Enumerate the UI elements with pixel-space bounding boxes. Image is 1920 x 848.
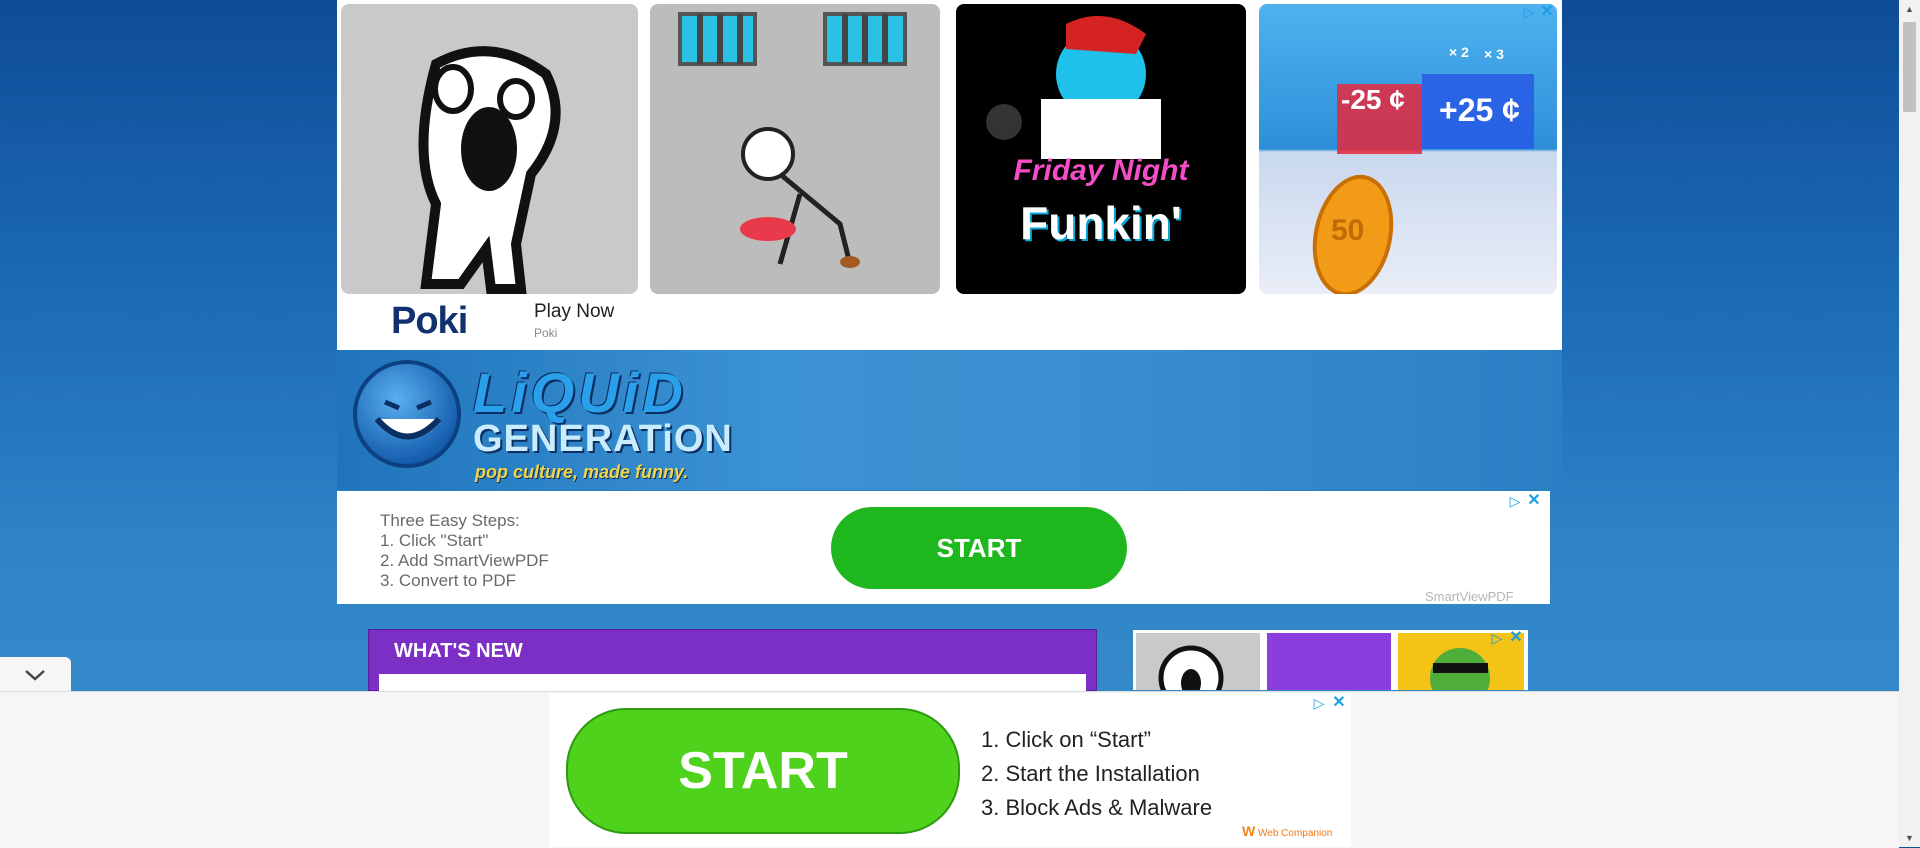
game-tile-1[interactable] bbox=[341, 4, 638, 294]
web-companion-ad[interactable]: START 1. Click on “Start” 2. Start the I… bbox=[549, 693, 1351, 847]
ad-step: 1. Click "Start" bbox=[380, 531, 489, 550]
advertiser-label: Poki bbox=[534, 326, 558, 340]
ad-step: Three Easy Steps: bbox=[380, 511, 520, 530]
poki-logo: Poki bbox=[391, 300, 468, 342]
site-tagline: pop culture, made funny. bbox=[475, 462, 689, 482]
smartviewpdf-ad[interactable]: Three Easy Steps: 1. Click "Start" 2. Ad… bbox=[337, 491, 1550, 604]
right-game-ad[interactable]: ▷ ✕ bbox=[1133, 630, 1528, 711]
game-tile-4[interactable]: -25 ¢ +25 ¢ × 2 × 3 50 ▷ ✕ bbox=[1259, 4, 1557, 294]
ad-step: 3. Block Ads & Malware bbox=[981, 795, 1213, 820]
whats-new-title: WHAT'S NEW bbox=[394, 640, 523, 662]
close-icon[interactable]: ✕ bbox=[1526, 493, 1542, 509]
ad-step: 3. Convert to PDF bbox=[380, 571, 517, 590]
game-thumbnail-2[interactable] bbox=[1267, 633, 1391, 690]
minus-label: -25 ¢ bbox=[1341, 84, 1405, 115]
advertiser-label: SmartViewPDF bbox=[1425, 589, 1514, 604]
vertical-scrollbar[interactable]: ▲ ▼ bbox=[1899, 0, 1920, 847]
ad-step: 2. Add SmartViewPDF bbox=[380, 551, 549, 570]
coin-value: 50 bbox=[1331, 214, 1365, 247]
site-logo-line1[interactable]: LiQUiD bbox=[473, 360, 687, 425]
stickman-prison-image bbox=[678, 12, 907, 268]
close-icon[interactable]: ✕ bbox=[1508, 630, 1524, 646]
advertiser-label: W Web Companion bbox=[1242, 823, 1333, 839]
scroll-down-icon[interactable]: ▼ bbox=[1899, 829, 1920, 847]
fnf-title-line2: Funkin' bbox=[1020, 197, 1182, 249]
game-tile-2[interactable] bbox=[650, 4, 940, 294]
game-thumbnail-1[interactable] bbox=[1136, 633, 1260, 711]
plus-label: +25 ¢ bbox=[1439, 92, 1520, 128]
start-button[interactable]: START bbox=[566, 708, 960, 834]
liquid-generation-mascot-icon[interactable] bbox=[353, 360, 461, 468]
site-header: LiQUiD GENERATiON pop culture, made funn… bbox=[337, 350, 1562, 490]
collapse-ad-toggle[interactable] bbox=[0, 657, 71, 691]
fnf-title-line1: Friday Night bbox=[1013, 154, 1189, 187]
close-icon[interactable]: ✕ bbox=[1539, 4, 1555, 20]
site-logo-line2[interactable]: GENERATiON bbox=[473, 418, 733, 461]
whats-new-panel: WHAT'S NEW bbox=[368, 629, 1097, 694]
close-icon[interactable]: ✕ bbox=[1331, 695, 1347, 711]
scroll-up-icon[interactable]: ▲ bbox=[1899, 0, 1920, 18]
chevron-down-icon bbox=[25, 670, 45, 681]
ad-step: 1. Click on “Start” bbox=[981, 727, 1151, 752]
multiplier-x3: × 3 bbox=[1484, 46, 1504, 62]
ad-steps-list: 1. Click on “Start” 2. Start the Install… bbox=[981, 723, 1212, 825]
ad-step: 2. Start the Installation bbox=[981, 761, 1200, 786]
web-companion-logo-icon: W bbox=[1242, 823, 1256, 839]
game-thumbnail-3[interactable] bbox=[1398, 633, 1524, 708]
adchoices-icon[interactable]: ▷ bbox=[1507, 493, 1523, 509]
play-now-link[interactable]: Play Now bbox=[534, 301, 614, 323]
screaming-character-image bbox=[418, 46, 561, 294]
scroll-thumb[interactable] bbox=[1903, 22, 1916, 112]
adchoices-icon[interactable]: ▷ bbox=[1489, 630, 1505, 646]
multiplier-x2: × 2 bbox=[1449, 44, 1469, 60]
game-tile-3[interactable]: Friday Night Funkin' bbox=[956, 4, 1246, 294]
ad-steps-list: Three Easy Steps: 1. Click "Start" 2. Ad… bbox=[380, 511, 549, 591]
adchoices-icon[interactable]: ▷ bbox=[1521, 4, 1537, 20]
start-button[interactable]: START bbox=[831, 507, 1127, 589]
friday-night-funkin-image bbox=[986, 16, 1161, 159]
adchoices-icon[interactable]: ▷ bbox=[1311, 695, 1327, 711]
poki-ad-banner[interactable]: Friday Night Funkin' -25 ¢ +25 ¢ × 2 × 3… bbox=[337, 0, 1562, 350]
